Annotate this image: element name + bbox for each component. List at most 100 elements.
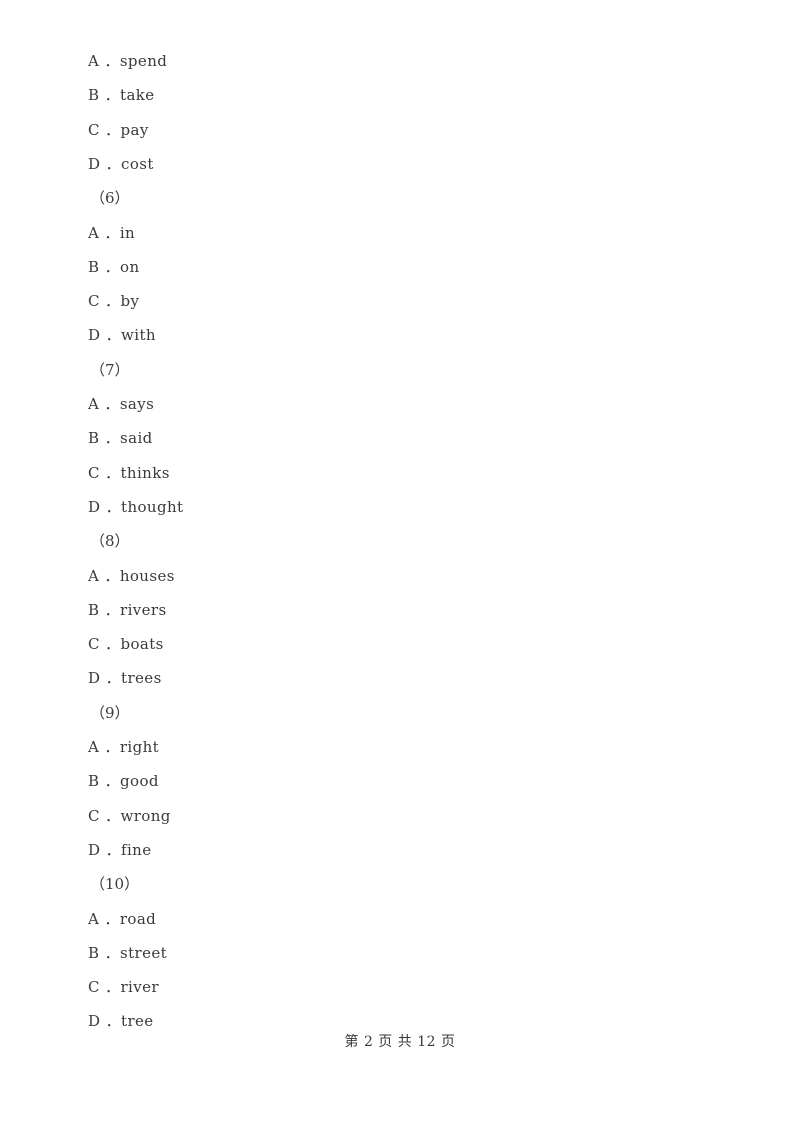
answer-option[interactable]: A ．in (0, 222, 800, 244)
option-separator: ． (99, 978, 121, 997)
answer-option[interactable]: D ．with (0, 324, 800, 346)
answer-option[interactable]: D ．fine (0, 839, 800, 861)
answer-option[interactable]: C ．thinks (0, 462, 800, 484)
option-letter: D (88, 326, 101, 345)
option-text: wrong (120, 806, 171, 825)
option-letter: C (88, 463, 100, 482)
answer-option[interactable]: C ．by (0, 290, 800, 312)
option-separator: ． (100, 1012, 122, 1031)
question-number-label: （9） (90, 703, 130, 722)
answer-option[interactable]: D ．thought (0, 496, 800, 518)
option-letter: C (88, 635, 100, 654)
option-text: thought (121, 497, 184, 516)
answer-option[interactable]: B ．take (0, 84, 800, 106)
answer-option[interactable]: A ．says (0, 393, 800, 415)
option-text: right (119, 738, 160, 756)
option-letter: A (88, 52, 100, 70)
option-text: rivers (120, 600, 167, 619)
option-letter: C (88, 120, 100, 139)
option-separator: ． (99, 943, 121, 962)
option-letter: B (88, 943, 100, 962)
question-number-label: （7） (90, 360, 130, 379)
option-separator: ． (99, 463, 121, 482)
option-letter: D (88, 669, 101, 688)
option-separator: ． (99, 257, 121, 276)
option-text: in (119, 223, 136, 242)
option-separator: ． (99, 738, 120, 756)
option-letter: D (88, 497, 101, 516)
option-separator: ． (99, 772, 121, 791)
option-separator: ． (99, 429, 121, 448)
option-text: road (119, 909, 157, 928)
answer-option[interactable]: B ．rivers (0, 599, 800, 621)
option-text: thinks (120, 463, 170, 482)
option-text: boats (120, 635, 164, 654)
option-text: tree (121, 1012, 154, 1031)
question-number: （6） (0, 187, 800, 209)
answer-option[interactable]: B ．good (0, 770, 800, 792)
option-letter: D (88, 154, 101, 173)
option-separator: ． (99, 566, 120, 585)
document-page: A ．spend B ．take C ．pay D ．cost （6） A ．in B ．o… (0, 0, 800, 1132)
option-letter: A (88, 566, 100, 585)
option-letter: A (88, 738, 100, 756)
page-footer: 第 2 页 共 12 页 (344, 1034, 456, 1050)
answer-option[interactable]: A ．road (0, 908, 800, 930)
answer-option[interactable]: D ．trees (0, 667, 800, 689)
answer-option[interactable]: C ．pay (0, 119, 800, 141)
option-text: by (120, 292, 140, 311)
option-separator: ． (99, 600, 121, 619)
option-letter: B (88, 429, 100, 448)
question-number-label: （8） (90, 532, 130, 551)
option-letter: C (88, 292, 100, 311)
option-text: street (120, 943, 168, 962)
option-letter: B (88, 600, 100, 619)
option-text: good (120, 772, 159, 791)
option-letter: B (88, 772, 100, 791)
option-separator: ． (99, 909, 120, 928)
option-separator: ． (100, 840, 122, 859)
answer-option[interactable]: C ．wrong (0, 805, 800, 827)
question-number-label: （10） (90, 875, 140, 894)
option-separator: ． (99, 86, 121, 105)
option-letter: D (88, 1012, 101, 1031)
option-text: says (119, 395, 155, 413)
option-text: spend (119, 52, 168, 70)
option-letter: C (88, 806, 100, 825)
option-text: cost (121, 154, 154, 173)
answer-option[interactable]: A ．spend (0, 50, 800, 72)
option-letter: B (88, 257, 100, 276)
option-text: said (120, 429, 153, 448)
answer-option[interactable]: A ．houses (0, 565, 800, 587)
option-separator: ． (99, 806, 121, 825)
option-letter: B (88, 86, 100, 105)
question-number: （10） (0, 873, 800, 895)
option-separator: ． (100, 497, 122, 516)
question-number: （9） (0, 702, 800, 724)
answer-option[interactable]: B ．street (0, 942, 800, 964)
answer-option[interactable]: C ．boats (0, 633, 800, 655)
option-separator: ． (99, 635, 121, 654)
answer-option[interactable]: D ．cost (0, 153, 800, 175)
option-letter: A (88, 395, 100, 413)
answer-option[interactable]: B ．on (0, 256, 800, 278)
option-text: take (120, 86, 155, 105)
option-separator: ． (99, 223, 120, 242)
answer-option[interactable]: B ．said (0, 427, 800, 449)
answer-option[interactable]: C ．river (0, 976, 800, 998)
option-separator: ． (100, 326, 122, 345)
option-text: trees (121, 669, 162, 688)
answer-option[interactable]: D ．tree (0, 1010, 800, 1032)
question-number-label: （6） (90, 189, 130, 208)
option-separator: ． (99, 52, 120, 70)
question-number: （7） (0, 359, 800, 381)
option-letter: D (88, 840, 101, 859)
option-separator: ． (99, 120, 121, 139)
option-separator: ． (99, 292, 121, 311)
option-letter: C (88, 978, 100, 997)
option-text: river (120, 978, 159, 997)
option-separator: ． (100, 154, 122, 173)
option-text: with (121, 326, 156, 345)
answer-option[interactable]: A ．right (0, 736, 800, 758)
option-separator: ． (100, 669, 122, 688)
